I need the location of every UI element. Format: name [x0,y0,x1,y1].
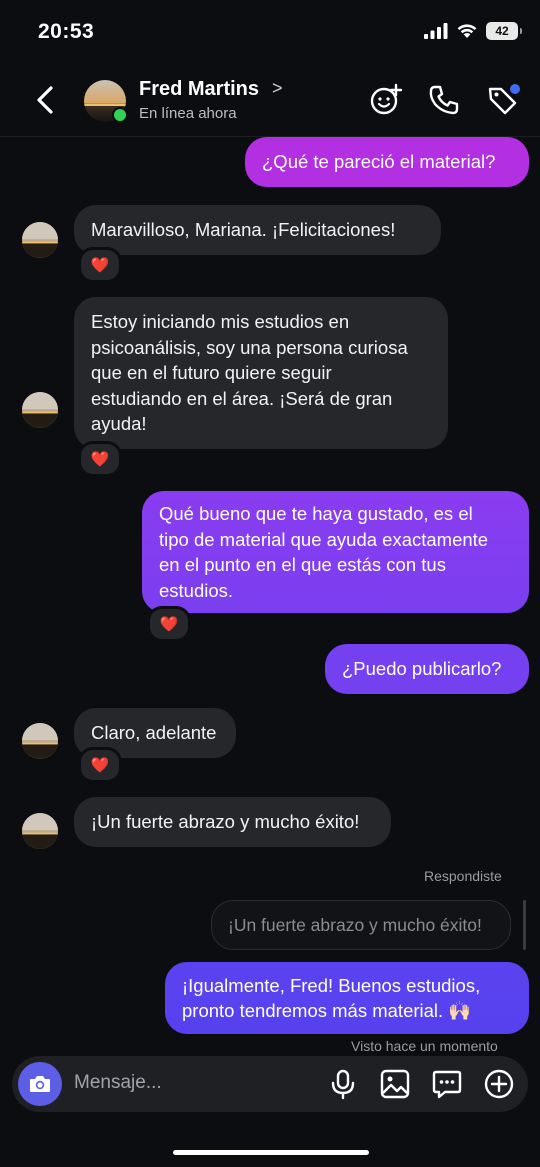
incoming-message[interactable]: ¡Un fuerte abrazo y mucho éxito! [74,797,391,847]
contact-status: En línea ahora [139,105,237,122]
online-indicator [112,107,128,123]
sticker-chat-icon[interactable] [430,1067,464,1101]
message-line: Estoy iniciando mis estudios en [91,311,350,333]
message-line: ayuda! [91,413,147,435]
heart-reaction-icon[interactable]: ❤️ [78,441,122,477]
sender-avatar[interactable] [22,723,58,759]
notification-dot [510,84,520,94]
seen-status: Visto hace un momento [351,1038,498,1054]
message-line: Qué bueno que te haya gustado, es el [159,503,473,524]
message-line: estudios. [159,579,234,601]
outgoing-message[interactable]: ¿Qué te pareció el material? [245,137,529,187]
message-line: en el punto en el que estás con tus [159,554,446,575]
outgoing-message[interactable]: ¿Puedo publicarlo? [325,644,529,694]
add-reaction-icon[interactable] [368,82,404,118]
message-line: que en el futuro quiere seguir [91,362,332,384]
microphone-icon[interactable] [326,1067,360,1101]
heart-reaction-icon[interactable]: ❤️ [147,606,191,642]
message-line: estudiando en el área. ¡Será de gran [91,387,393,409]
tag-icon[interactable] [484,82,520,118]
gallery-icon[interactable] [378,1067,412,1101]
chat-header: Fred Martins > En línea ahora [0,64,540,137]
quoted-message[interactable]: ¡Un fuerte abrazo y mucho éxito! [211,900,511,950]
back-arrow-icon[interactable] [30,82,62,118]
heart-reaction-icon[interactable]: ❤️ [78,247,122,283]
sender-avatar[interactable] [22,392,58,428]
sender-avatar[interactable] [22,813,58,849]
outgoing-message[interactable]: ¡Igualmente, Fred! Buenos estudios, pron… [165,962,529,1034]
camera-button[interactable] [18,1062,62,1106]
chevron-right-icon[interactable]: > [272,78,283,99]
heart-reaction-icon[interactable]: ❤️ [78,747,122,783]
camera-icon [30,1076,50,1092]
incoming-message[interactable]: Maravilloso, Mariana. ¡Felicitaciones! [74,205,441,255]
message-line: psicoanálisis, soy una persona curiosa [91,336,408,358]
status-icons: 42 [424,22,522,40]
message-line: ¡Igualmente, Fred! Buenos estudios, [182,974,481,996]
outgoing-message[interactable]: Qué bueno que te haya gustado, es el tip… [142,491,529,613]
contact-name[interactable]: Fred Martins [139,78,259,101]
message-line: pronto tendremos más material. 🙌🏻 [182,1000,472,1021]
cellular-signal-icon [424,23,448,39]
reply-label: Respondiste [424,868,502,884]
clock: 20:53 [38,20,95,43]
sender-avatar[interactable] [22,222,58,258]
phone-icon[interactable] [426,82,462,118]
status-bar: 20:53 42 [0,0,540,64]
battery-icon: 42 [486,22,522,40]
incoming-message[interactable]: Estoy iniciando mis estudios en psicoaná… [74,297,448,449]
message-composer: Mensaje... [12,1056,528,1112]
wifi-icon [457,24,477,38]
message-line: tipo de material que ayuda exactamente [159,528,489,550]
home-indicator[interactable] [173,1150,369,1155]
message-input[interactable]: Mensaje... [74,1072,162,1094]
add-circle-icon[interactable] [482,1067,516,1101]
quote-bar [523,900,526,950]
